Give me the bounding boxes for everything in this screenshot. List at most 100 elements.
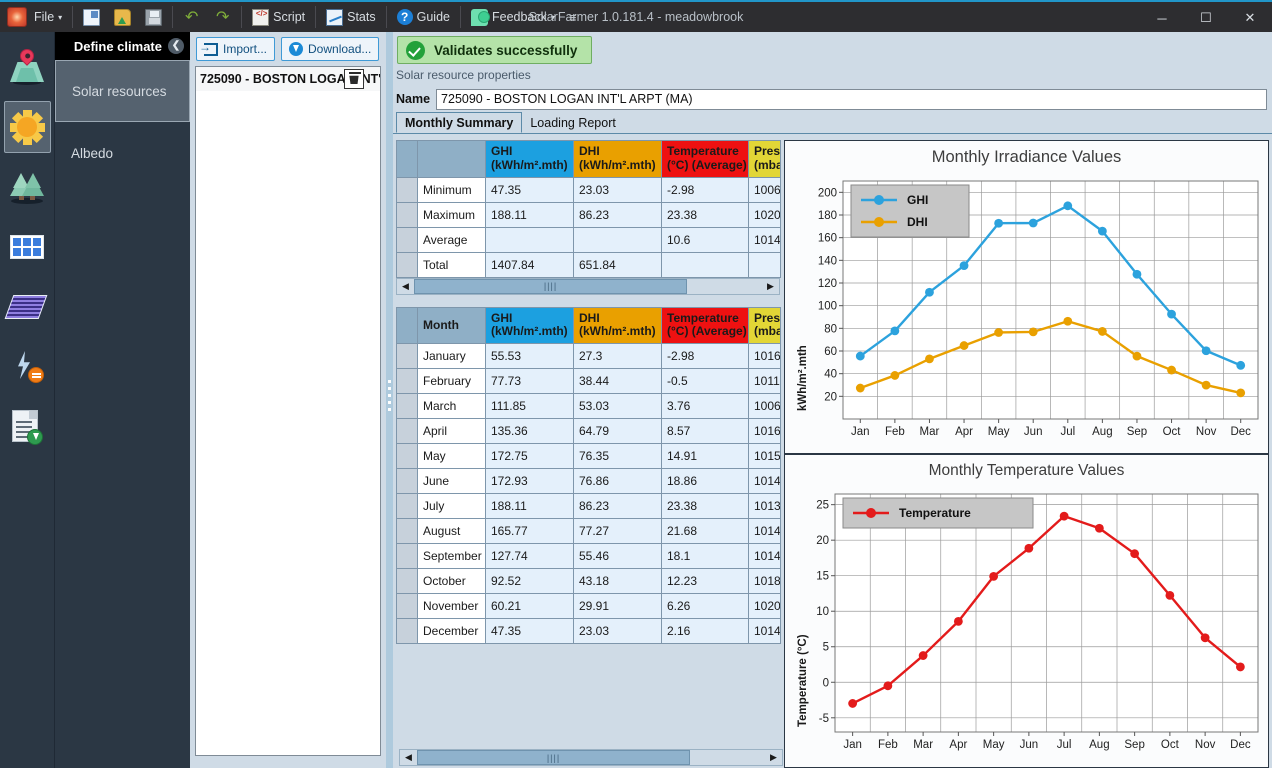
table-row[interactable]: April135.3664.798.571016.: [396, 418, 781, 445]
import-button[interactable]: Import...: [196, 37, 276, 61]
rail-item-reports[interactable]: [4, 401, 51, 453]
help-question-icon: ?: [396, 9, 413, 25]
row-selector[interactable]: [396, 226, 418, 253]
table-row[interactable]: Minimum 47.35 23.03 -2.98 1006.: [396, 176, 781, 203]
scroll-track[interactable]: ||||: [417, 750, 765, 765]
table-row[interactable]: March111.8553.033.761006.: [396, 393, 781, 420]
table-row[interactable]: October92.5243.1812.231018.: [396, 568, 781, 595]
scroll-thumb[interactable]: ||||: [417, 750, 690, 765]
row-selector[interactable]: [396, 201, 418, 228]
scroll-left-icon[interactable]: ◀: [400, 750, 417, 765]
cell-pressure: 1014.: [748, 468, 781, 495]
column-header-ghi[interactable]: GHI (kWh/m².mth): [485, 306, 574, 345]
rail-item-electrical[interactable]: [4, 341, 51, 393]
maximize-button[interactable]: ☐: [1184, 2, 1228, 34]
table-row[interactable]: Total 1407.84 651.84: [396, 251, 781, 278]
name-field-label: Name: [396, 92, 431, 106]
temperature-chart-svg[interactable]: -5 0 5 10 15 20 25 Jan Feb Mar Apr May Jun Jul Aug Sep O…: [785, 480, 1268, 762]
table-row[interactable]: May172.7576.3514.911015.: [396, 443, 781, 470]
rail-item-climate[interactable]: [3, 101, 51, 153]
stat-label-header: [417, 140, 486, 178]
table-row[interactable]: September127.7455.4618.11014.: [396, 543, 781, 570]
column-header-pressure[interactable]: Press (mba: [748, 140, 781, 178]
script-button[interactable]: Script: [245, 1, 312, 33]
undo-button[interactable]: ↶: [176, 1, 207, 33]
toolbar-overflow-button[interactable]: ≡: [562, 1, 583, 33]
column-header-temperature[interactable]: Temperature (°C) (Average): [661, 140, 749, 178]
column-header-pressure[interactable]: Press (mba: [748, 306, 781, 345]
tab-loading-report[interactable]: Loading Report: [522, 112, 623, 133]
feedback-button[interactable]: Feedback ▾: [464, 1, 562, 33]
row-selector[interactable]: [396, 343, 418, 370]
irradiance-chart-svg[interactable]: 20 40 60 80 100 120 140 160 180 200 Jan Feb Mar Apr Ma…: [785, 167, 1268, 449]
column-header-temperature[interactable]: Temperature (°C) (Average): [661, 306, 749, 345]
column-header-month[interactable]: Month: [417, 306, 486, 345]
sidebar-item-solar-resources[interactable]: Solar resources: [55, 60, 190, 122]
svg-text:Apr: Apr: [955, 426, 973, 438]
resource-listbox[interactable]: 725090 - BOSTON LOGAN INT'L ARPT (MA): [195, 66, 381, 756]
cell-pressure: 1020.: [748, 593, 781, 620]
summary-table: GHI (kWh/m².mth) DHI (kWh/m².mth) Temper…: [396, 140, 781, 278]
table-row[interactable]: June172.9376.8618.861014.: [396, 468, 781, 495]
table-row[interactable]: December47.3523.032.161014.: [396, 618, 781, 645]
row-selector[interactable]: [396, 393, 418, 420]
name-input[interactable]: 725090 - BOSTON LOGAN INT'L ARPT (MA): [436, 88, 1267, 110]
row-selector[interactable]: [396, 176, 418, 203]
row-selector[interactable]: [396, 418, 418, 445]
table-row[interactable]: November60.2129.916.261020.: [396, 593, 781, 620]
panel-splitter[interactable]: [386, 32, 393, 768]
table-row[interactable]: January55.5327.3-2.981016.: [396, 343, 781, 370]
rail-item-shading[interactable]: [4, 161, 51, 213]
row-selector[interactable]: [396, 493, 418, 520]
column-header-dhi[interactable]: DHI (kWh/m².mth): [573, 306, 662, 345]
table-row[interactable]: Average 10.6 1014.: [396, 226, 781, 253]
open-folder-button[interactable]: [107, 1, 138, 33]
table-row[interactable]: February 77.73 38.44 -0.5 1011.: [396, 368, 781, 395]
monthly-table-hscrollbar[interactable]: ◀ |||| ▶: [399, 749, 783, 766]
row-selector[interactable]: [396, 543, 418, 570]
summary-table-hscrollbar[interactable]: ◀ |||| ▶: [396, 277, 780, 295]
delete-trash-icon[interactable]: [344, 69, 364, 89]
table-row[interactable]: Maximum 188.11 86.23 23.38 1020.: [396, 201, 781, 228]
rail-item-modules[interactable]: [4, 221, 51, 273]
rail-item-site[interactable]: [4, 41, 51, 93]
ghi-header-line2: (kWh/m².mth): [491, 157, 568, 172]
scroll-right-icon[interactable]: ▶: [765, 750, 782, 765]
scroll-thumb[interactable]: ||||: [414, 278, 687, 294]
row-selector[interactable]: [396, 593, 418, 620]
list-item[interactable]: 725090 - BOSTON LOGAN INT'L ARPT (MA): [196, 67, 380, 91]
cell-temperature: 18.1: [661, 543, 749, 570]
redo-button[interactable]: ↷: [207, 1, 238, 33]
scroll-track[interactable]: ||||: [414, 278, 762, 294]
cell-ghi: 47.35: [485, 618, 574, 645]
guide-button[interactable]: ? Guide: [390, 1, 457, 33]
table-row[interactable]: July188.1186.2323.381013.: [396, 493, 781, 520]
column-header-ghi[interactable]: GHI (kWh/m².mth): [485, 140, 574, 178]
svg-text:10: 10: [816, 606, 829, 618]
sidebar-item-albedo[interactable]: Albedo: [55, 122, 190, 184]
row-selector[interactable]: [396, 568, 418, 595]
download-button[interactable]: Download...: [281, 37, 380, 61]
close-button[interactable]: ✕: [1228, 2, 1272, 34]
row-selector[interactable]: [396, 618, 418, 645]
rail-item-array[interactable]: [4, 281, 51, 333]
row-selector[interactable]: [396, 468, 418, 495]
temp-header-line1: Temperature: [667, 144, 739, 158]
row-selector[interactable]: [396, 443, 418, 470]
row-selector[interactable]: [396, 518, 418, 545]
menu-file[interactable]: File ▾: [27, 1, 69, 33]
save-button[interactable]: [138, 1, 169, 33]
row-label: Maximum: [417, 201, 486, 228]
column-header-dhi[interactable]: DHI (kWh/m².mth): [573, 140, 662, 178]
new-document-button[interactable]: [76, 1, 107, 33]
minimize-button[interactable]: ─: [1140, 2, 1184, 34]
collapse-panel-icon[interactable]: ❮: [168, 38, 184, 54]
row-selector[interactable]: [396, 251, 418, 278]
tab-monthly-summary[interactable]: Monthly Summary: [396, 112, 523, 133]
table-row[interactable]: August165.7777.2721.681014.: [396, 518, 781, 545]
scroll-left-icon[interactable]: ◀: [397, 279, 414, 294]
stats-button[interactable]: Stats: [319, 1, 383, 33]
overflow-chevron-icon: ≡: [568, 9, 577, 25]
row-selector[interactable]: [396, 368, 418, 395]
scroll-right-icon[interactable]: ▶: [762, 279, 779, 294]
